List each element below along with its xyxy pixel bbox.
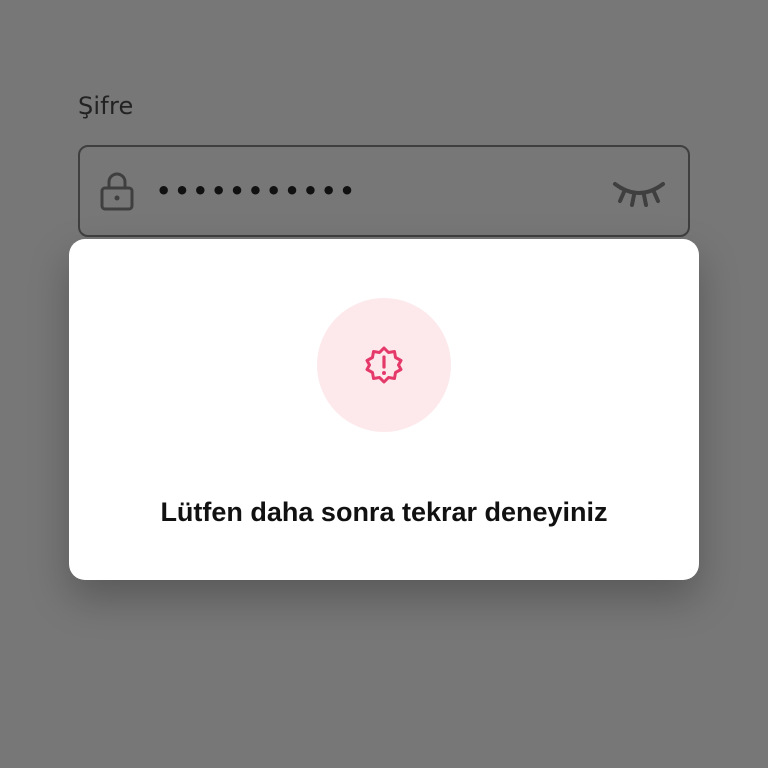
login-screen: Şifre ••••••••••• Lütfen daha sonra tekr… — [0, 0, 768, 768]
lock-icon — [100, 172, 134, 211]
password-input[interactable]: ••••••••••• — [156, 173, 358, 209]
eye-closed-icon[interactable] — [612, 177, 666, 207]
error-message: Lütfen daha sonra tekrar deneyiniz — [160, 497, 608, 527]
error-modal: Lütfen daha sonra tekrar deneyiniz — [69, 239, 699, 580]
password-field[interactable]: ••••••••••• — [78, 145, 690, 237]
alert-icon-background — [317, 298, 451, 432]
password-label: Şifre — [78, 92, 134, 120]
alert-badge-icon — [365, 346, 403, 384]
